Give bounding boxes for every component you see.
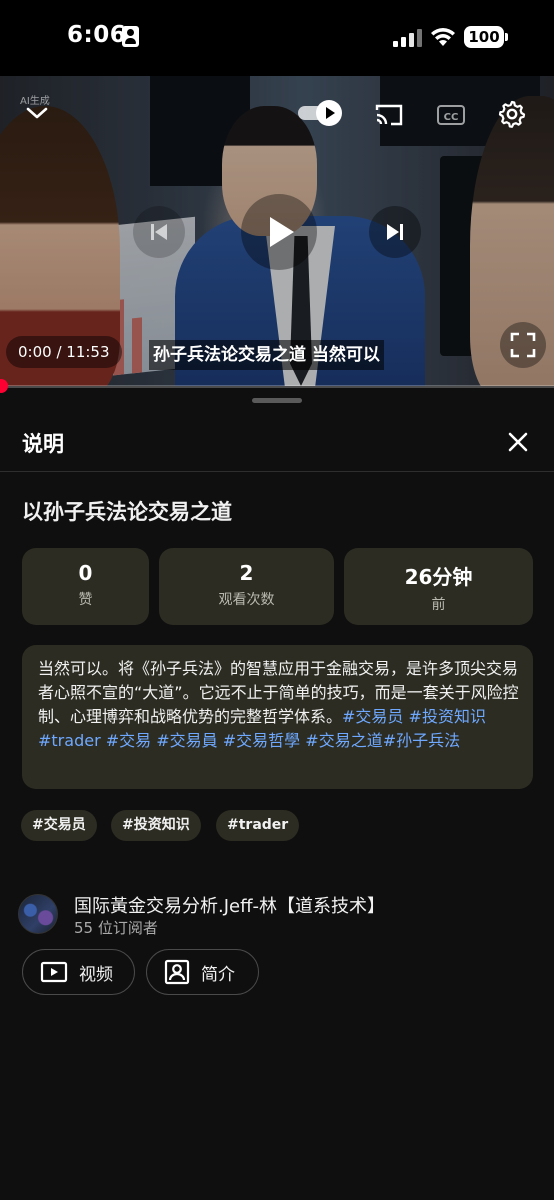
skip-next-icon (387, 224, 403, 240)
upload-time-value: 26分钟 (404, 565, 473, 589)
cellular-signal-icon (393, 29, 423, 47)
settings-button[interactable] (494, 96, 530, 132)
caption-text: 孙子兵法论交易之道 当然可以 (149, 340, 384, 370)
sheet-drag-handle[interactable] (252, 398, 302, 403)
hashtag-link[interactable]: #交易员 (342, 707, 403, 726)
likes-stat: 0 赞 (22, 548, 149, 625)
close-button[interactable] (500, 424, 536, 460)
sheet-title: 说明 (22, 432, 64, 456)
cast-icon (375, 104, 403, 126)
chevron-down-icon (26, 107, 48, 119)
cast-button[interactable] (372, 98, 406, 132)
status-time: 6:06 (67, 22, 127, 48)
hashtag-link[interactable]: #孙子兵法 (383, 731, 460, 750)
closed-captions-icon: CC (437, 105, 465, 125)
progress-bar[interactable] (0, 385, 554, 388)
subscriber-count: 55 位订阅者 (74, 919, 158, 937)
views-stat: 2 观看次数 (159, 548, 334, 625)
fullscreen-icon (510, 332, 536, 358)
fullscreen-button[interactable] (500, 322, 546, 368)
hashtag-chip[interactable]: #投资知识 (111, 810, 201, 841)
views-label: 观看次数 (218, 592, 275, 608)
hashtag-link[interactable]: #交易之道 (305, 731, 382, 750)
profile-icon (164, 959, 190, 985)
hashtag-link[interactable]: #交易員 (156, 731, 217, 750)
svg-text:CC: CC (444, 112, 459, 123)
next-button[interactable] (369, 206, 421, 258)
hashtag-chip[interactable]: #trader (216, 810, 300, 841)
minimize-button[interactable] (20, 98, 54, 128)
battery-indicator: 100 (464, 26, 508, 48)
likes-label: 赞 (78, 592, 93, 608)
status-bar: 6:06 100 (0, 0, 554, 76)
description-box[interactable]: 当然可以。将《孙子兵法》的智慧应用于金融交易，是许多顶尖交易者心照不宣的“大道”… (22, 645, 533, 789)
play-button[interactable] (241, 194, 317, 270)
likes-count: 0 (78, 561, 93, 585)
hashtag-link[interactable]: #trader (38, 731, 101, 750)
video-title: 以孙子兵法论交易之道 (22, 500, 232, 524)
hashtag-link[interactable]: #交易哲學 (223, 731, 300, 750)
channel-name[interactable]: 国际黃金交易分析.Jeff-林【道系技术】 (74, 892, 385, 918)
hashtag-link[interactable]: #投资知识 (409, 707, 486, 726)
upload-time-stat: 26分钟 前 (344, 548, 533, 625)
gear-icon (498, 100, 526, 128)
about-label: 简介 (201, 964, 235, 985)
scrubber-handle[interactable] (0, 379, 8, 393)
channel-about-button[interactable]: 简介 (146, 949, 259, 995)
upload-time-label: 前 (431, 597, 446, 613)
video-icon (40, 961, 68, 983)
play-icon (326, 107, 335, 119)
channel-avatar[interactable] (18, 894, 58, 934)
autoplay-toggle[interactable] (298, 100, 342, 126)
sheet-header: 说明 (0, 414, 554, 472)
captions-button[interactable]: CC (434, 100, 468, 130)
previous-button[interactable] (133, 206, 185, 258)
views-count: 2 (239, 561, 254, 585)
play-icon (270, 217, 294, 247)
hashtag-link[interactable]: #交易 (106, 731, 151, 750)
videos-label: 视频 (79, 964, 113, 985)
video-player[interactable]: AI生成 CC 0:00 / 11:53 孙子兵法论交易之道 当然可以 (0, 76, 554, 386)
wifi-icon (431, 28, 455, 46)
close-icon (508, 432, 528, 452)
channel-videos-button[interactable]: 视频 (22, 949, 135, 995)
time-display: 0:00 / 11:53 (6, 336, 122, 368)
hashtag-chip[interactable]: #交易员 (21, 810, 97, 841)
skip-previous-icon (151, 224, 167, 240)
contact-card-icon (122, 26, 139, 47)
